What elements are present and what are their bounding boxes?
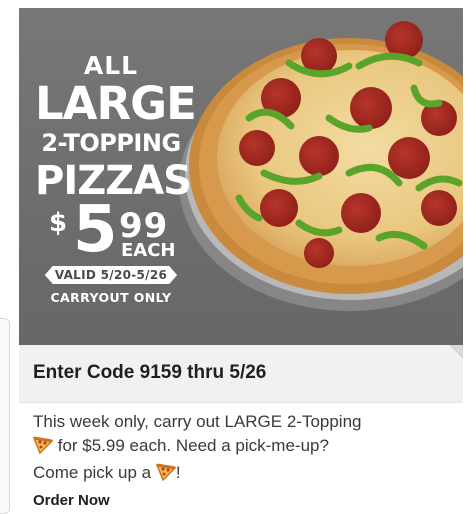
description-part-1: This week only, carry out LARGE 2-Toppin… xyxy=(33,412,362,431)
price-dollar-sign: $ xyxy=(49,208,68,238)
ad-description: This week only, carry out LARGE 2-Toppin… xyxy=(32,410,453,488)
price-each: EACH xyxy=(121,240,176,261)
ad-hero-image[interactable]: ALL LARGE 2-TOPPING PIZZAS $ 5 99 EACH V… xyxy=(19,8,463,345)
promo-line-all: ALL xyxy=(83,51,139,80)
description-part-4: ! xyxy=(175,463,181,482)
promo-line-large: LARGE xyxy=(35,77,197,130)
promo-code-headline: Enter Code 9159 thru 5/26 xyxy=(33,362,267,383)
promo-code-bar[interactable]: Enter Code 9159 thru 5/26 xyxy=(19,345,463,403)
description-part-2: for $5.99 each. Need a pick-me-up? xyxy=(57,436,329,455)
promo-price: $ 5 99 EACH xyxy=(35,198,187,262)
pizza-slice-icon xyxy=(155,463,177,488)
sponsored-ad-card[interactable]: ALL LARGE 2-TOPPING PIZZAS $ 5 99 EACH V… xyxy=(19,8,463,512)
previous-card-edge xyxy=(0,0,19,514)
price-whole: 5 xyxy=(73,193,118,267)
description-part-3: Come pick up a xyxy=(33,463,152,482)
previous-card-tab xyxy=(0,318,10,514)
order-now-link[interactable]: Order Now xyxy=(33,492,110,509)
promo-line-two-topping: 2-TOPPING xyxy=(41,129,181,157)
carryout-only-label: CARRYOUT ONLY xyxy=(50,290,172,305)
valid-dates-badge: VALID 5/20-5/26 xyxy=(44,266,178,284)
pizza-slice-icon xyxy=(32,436,54,461)
corner-fold-icon xyxy=(449,345,463,359)
promo-text-block: ALL LARGE 2-TOPPING PIZZAS $ 5 99 EACH V… xyxy=(35,51,197,306)
